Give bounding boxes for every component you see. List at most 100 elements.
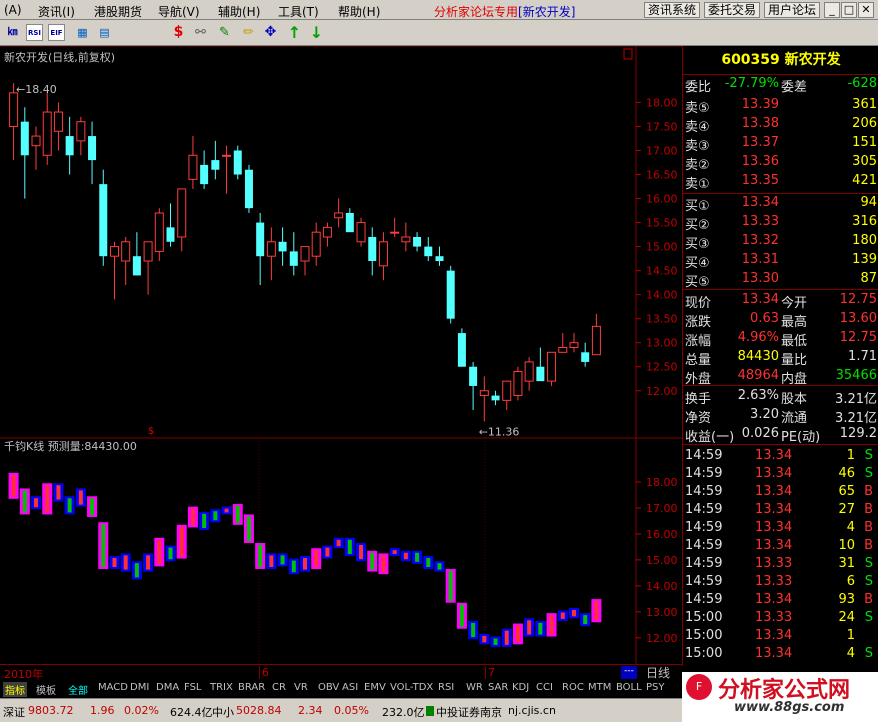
- indicator-tab[interactable]: KDJ: [510, 682, 531, 693]
- candle-body: [121, 241, 131, 262]
- quote-row: 买② 13.33 316: [683, 213, 878, 233]
- quote-row: 卖⑤ 13.39 361: [683, 96, 878, 116]
- candle-body: [446, 270, 455, 319]
- quote-row: 涨幅 4.96% 最低 12.75: [683, 329, 878, 349]
- tick-time: 14:59: [685, 520, 723, 535]
- menu-item-hk-futures[interactable]: 港股期货: [94, 3, 142, 20]
- indicator-tab[interactable]: 模板: [34, 682, 58, 697]
- trade-button[interactable]: 委托交易: [704, 2, 761, 18]
- down-arrow-icon[interactable]: ↓: [308, 24, 325, 41]
- indicator-tab[interactable]: OBV: [316, 682, 341, 693]
- indicator-tab[interactable]: BRAR: [236, 682, 267, 693]
- quote-label: 收益(一): [685, 430, 735, 445]
- qj-bar-inner: [45, 485, 50, 513]
- quote-value-2: 316: [852, 214, 877, 229]
- maximize-button[interactable]: □: [841, 2, 857, 18]
- quote-label: 委比: [685, 80, 712, 95]
- up-arrow-icon[interactable]: ↑: [286, 24, 303, 41]
- kline-chart-svg[interactable]: 18.00 17.50 17.00 16.50 16.00 15.50 15.00 14.50…: [0, 45, 682, 664]
- menu-item-assist[interactable]: 辅助(H): [218, 3, 260, 20]
- tick-volume: 93: [838, 592, 855, 607]
- indicator-tab[interactable]: CR: [270, 682, 288, 693]
- indicator-tab[interactable]: CCI: [534, 682, 555, 693]
- date-axis: 2010年 6 7 ---: [0, 664, 682, 681]
- indicator-tab[interactable]: DMA: [154, 682, 181, 693]
- etf-icon[interactable]: EIF: [48, 24, 65, 41]
- tick-price: 13.34: [755, 484, 793, 499]
- candle-body: [154, 212, 164, 252]
- candle-body: [109, 246, 119, 257]
- table-icon[interactable]: ▤: [96, 24, 113, 41]
- news-system-button[interactable]: 资讯系统: [644, 2, 701, 18]
- quote-row: 净资 3.20 流通 3.21亿: [683, 406, 878, 426]
- qj-bar-inner: [56, 485, 61, 500]
- menu-item-navigate[interactable]: 导航(V): [158, 3, 200, 20]
- qj-bar-inner: [90, 498, 95, 516]
- dollar-icon[interactable]: $: [170, 24, 187, 41]
- indicator-tab[interactable]: PSY: [644, 682, 667, 693]
- indicator-tab[interactable]: TRIX: [208, 682, 235, 693]
- tick-time: 14:59: [685, 448, 723, 463]
- grid-icon[interactable]: ▦: [74, 24, 91, 41]
- indicator-tab[interactable]: FSL: [182, 682, 204, 693]
- quote-label-2: 最高: [781, 315, 808, 330]
- tick-side: B: [864, 484, 873, 499]
- menu-item-help[interactable]: 帮助(H): [338, 3, 380, 20]
- indicator-tab[interactable]: MTM: [586, 682, 613, 693]
- rsi-icon[interactable]: RSI: [26, 24, 43, 41]
- indicator-tab[interactable]: DMI: [128, 682, 151, 693]
- quote-row: 买⑤ 13.30 87: [683, 270, 878, 290]
- candle-body: [244, 169, 253, 209]
- quote-row: 卖③ 13.37 151: [683, 134, 878, 154]
- indicator-tab[interactable]: 全部: [66, 682, 90, 697]
- tick-row: 14:59 13.34 10 B: [683, 537, 878, 555]
- close-button[interactable]: ✕: [858, 2, 874, 18]
- tick-row: 15:00 13.34 4 S: [683, 645, 878, 663]
- tick-time: 15:00: [685, 646, 723, 661]
- menu-item-news[interactable]: 资讯(I): [38, 3, 75, 20]
- period-label[interactable]: 日线: [640, 664, 680, 680]
- tick-side: S: [864, 466, 873, 481]
- candle-body: [177, 188, 187, 238]
- toolbar: ㎞ RSI EIF ▦ ▤ $ ⚯ ✎ ✏ ✥ ↑ ↓: [0, 20, 878, 46]
- indicator-tab[interactable]: RSI: [436, 682, 456, 693]
- indicator-tab[interactable]: ROC: [560, 682, 586, 693]
- indicator-tab[interactable]: MACD: [96, 682, 130, 693]
- indicator-tab[interactable]: SAR: [486, 682, 510, 693]
- move-icon[interactable]: ✥: [262, 24, 279, 41]
- qj-bar-inner: [392, 550, 397, 554]
- chart-icon[interactable]: ㎞: [4, 24, 21, 41]
- link-icon[interactable]: ⚯: [192, 24, 209, 41]
- indicator-tab[interactable]: WR: [464, 682, 485, 693]
- tick-side: B: [864, 520, 873, 535]
- indicator-tab[interactable]: ASI: [340, 682, 360, 693]
- candle-body: [413, 236, 422, 247]
- tick-volume: 46: [838, 466, 855, 481]
- indicator-tab[interactable]: BOLL: [614, 682, 644, 693]
- minimize-button[interactable]: _: [824, 2, 840, 18]
- chart-area[interactable]: 18.00 17.50 17.00 16.50 16.00 15.50 15.00 14.50…: [0, 45, 682, 666]
- panel-toggle-icon: [623, 48, 633, 60]
- tick-time: 14:59: [685, 502, 723, 517]
- candle-body: [435, 256, 444, 262]
- candle-body: [211, 160, 220, 170]
- quote-value: 13.37: [741, 135, 779, 150]
- indicator-tab[interactable]: EMV: [362, 682, 388, 693]
- date-month-6: 6: [259, 666, 269, 679]
- quote-value: 0.026: [741, 426, 779, 441]
- indicator-tab[interactable]: VOL-TDX: [388, 682, 435, 693]
- forum-button[interactable]: 用户论坛: [764, 2, 821, 18]
- qj-bar-inner: [538, 622, 543, 635]
- indicator-tab[interactable]: VR: [292, 682, 310, 693]
- logo-url: www.88gs.com: [734, 700, 845, 715]
- candle-body: [547, 351, 557, 382]
- indicator-tab[interactable]: 指标: [3, 682, 27, 697]
- scroll-marker[interactable]: ---: [621, 666, 637, 679]
- qj-bar-inner: [504, 630, 509, 645]
- candle-body: [469, 366, 478, 386]
- pencil-icon[interactable]: ✏: [240, 24, 257, 41]
- pen-icon[interactable]: ✎: [216, 24, 233, 41]
- quote-value: -27.79%: [724, 76, 779, 91]
- menu-item-a[interactable]: (A): [4, 3, 22, 17]
- menu-item-tools[interactable]: 工具(T): [278, 3, 319, 20]
